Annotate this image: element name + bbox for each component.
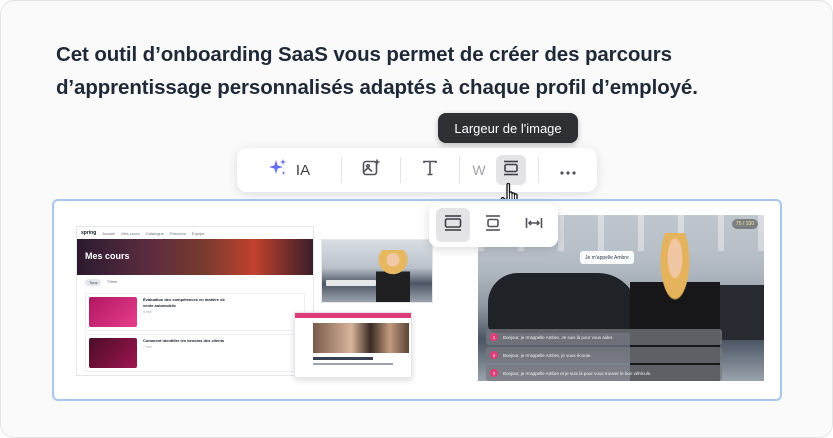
editor-toolbar: IA W: [237, 148, 597, 192]
app-nav-item: Accueil: [102, 230, 116, 236]
full-width-icon: [443, 213, 463, 238]
image-width-button[interactable]: [495, 155, 526, 185]
text-icon: [420, 158, 440, 183]
app-nav-item: Équipe: [191, 230, 205, 236]
image-width-menu: [429, 203, 558, 247]
filter-pill: Tous: [85, 279, 102, 286]
answer-number: 1: [490, 333, 498, 341]
caption-bubble: [326, 280, 376, 286]
car-shape: [488, 273, 638, 333]
fit-width-icon: [524, 213, 544, 238]
image-width-tooltip: Largeur de l'image: [438, 113, 578, 143]
image-width-icon: [502, 159, 520, 182]
score-badge: 75 / 100: [731, 219, 758, 229]
headline: Cet outil d’onboarding SaaS vous permet …: [56, 38, 776, 104]
presenter-figure: [376, 250, 410, 302]
filter-label: Filtrer: [107, 279, 118, 284]
medium-width-icon: [483, 213, 503, 238]
headline-line-2: d’apprentissage personnalisés adaptés à …: [56, 76, 698, 99]
app-nav-item: Parcours: [169, 230, 186, 236]
app-nav: spring Accueil Mes cours Catalogue Parco…: [77, 227, 313, 239]
lesson-card-preview: [294, 312, 412, 378]
answer-number: 3: [490, 369, 498, 377]
image-width-control: W: [460, 148, 538, 192]
selected-image-block[interactable]: spring Accueil Mes cours Catalogue Parco…: [52, 199, 782, 401]
lesson-card-header: [295, 313, 411, 318]
width-option-medium[interactable]: [476, 208, 510, 242]
answer-text: Bonjour, je m'appelle Ambre. Je suis là …: [503, 334, 614, 340]
course-text: Comment identifier les besoins des clien…: [143, 338, 233, 368]
more-icon: [559, 160, 577, 181]
insert-image-button[interactable]: [342, 148, 400, 192]
banner-title: Mes cours: [85, 251, 130, 261]
ai-button[interactable]: IA: [237, 148, 341, 192]
headline-line-1: Cet outil d’onboarding SaaS vous permet …: [56, 43, 672, 66]
course-duration: 7 min: [143, 345, 152, 349]
app-nav-item: Catalogue: [145, 230, 164, 236]
app-banner: Mes cours: [77, 239, 313, 275]
width-label: W: [472, 162, 486, 178]
image-add-icon: [361, 158, 381, 183]
ai-button-label: IA: [295, 161, 311, 179]
answer-text: Bonjour, je m'appelle Ambre, je vous éco…: [503, 352, 592, 358]
course-duration: 5 min: [143, 310, 152, 314]
course-item: Évaluation des compétences en matière de…: [85, 293, 305, 331]
speech-tag: Je m'appelle Ambre: [580, 251, 634, 264]
course-thumbnail: [89, 297, 137, 327]
course-thumbnail: [89, 338, 137, 368]
app-nav-item: Mes cours: [121, 230, 140, 236]
text-button[interactable]: [401, 148, 459, 192]
video-thumbnail-preview: [321, 239, 433, 303]
answer-option: 3 Bonjour, je m'appelle Ambre et je suis…: [486, 365, 722, 381]
courses-app-preview: spring Accueil Mes cours Catalogue Parco…: [76, 226, 314, 376]
course-title: Évaluation des compétences en matière de…: [143, 297, 225, 308]
app-filter-bar: Tous Filtrer: [77, 275, 313, 290]
answer-option: 2 Bonjour, je m'appelle Ambre, je vous é…: [486, 347, 722, 363]
more-options-button[interactable]: [539, 148, 597, 192]
answer-option: 1 Bonjour, je m'appelle Ambre. Je suis l…: [486, 329, 722, 345]
answer-number: 2: [490, 351, 498, 359]
lesson-card-title: [313, 357, 373, 360]
sparkles-icon: [268, 158, 288, 182]
course-item: Comment identifier les besoins des clien…: [85, 334, 305, 372]
app-logo: spring: [81, 230, 97, 236]
course-text: Évaluation des compétences en matière de…: [143, 297, 233, 327]
lesson-card-image: [313, 323, 409, 353]
answer-text: Bonjour, je m'appelle Ambre et je suis l…: [503, 370, 652, 376]
course-title: Comment identifier les besoins des clien…: [143, 338, 225, 343]
width-option-full[interactable]: [436, 208, 471, 242]
lesson-card-text: [313, 363, 393, 365]
width-option-fit[interactable]: [517, 208, 551, 242]
